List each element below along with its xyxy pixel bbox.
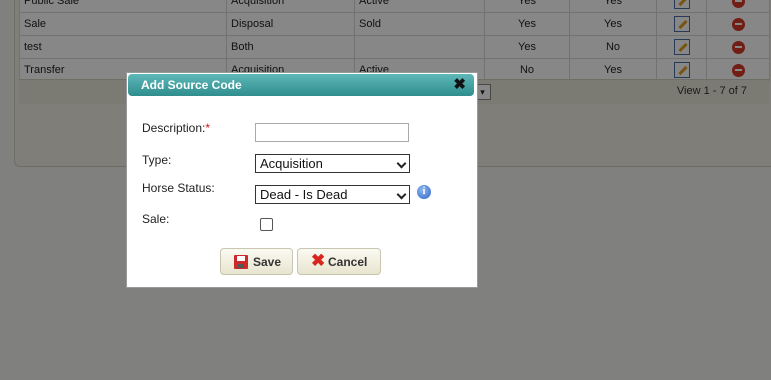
sale-label: Sale: [142,212,170,226]
close-icon[interactable]: ✖ [453,76,466,93]
type-label: Type: [142,153,172,167]
description-label-text: Description: [142,121,206,135]
dialog-titlebar: Add Source Code ✖ [128,74,474,96]
x-icon: ✖ [311,251,326,270]
save-button-label: Save [253,255,282,269]
sale-checkbox[interactable] [260,218,273,231]
type-select[interactable]: Acquisition [255,154,410,173]
info-icon[interactable]: i [417,185,431,199]
required-marker: * [205,121,211,135]
cancel-button[interactable]: ✖ Cancel [297,248,381,275]
add-source-code-dialog: Add Source Code ✖ Description:* Type: Ac… [126,72,478,288]
description-label: Description:* [142,121,210,135]
description-input[interactable] [255,123,409,142]
horse-status-label: Horse Status: [142,181,215,195]
horse-status-select-value: Dead - Is Dead [260,187,348,202]
chevron-down-icon [396,189,407,200]
cancel-button-label: Cancel [328,255,368,269]
type-select-value: Acquisition [260,156,323,171]
floppy-disk-icon [234,255,248,269]
dialog-title: Add Source Code [141,78,242,92]
save-button[interactable]: Save [220,248,293,275]
chevron-down-icon [396,158,407,169]
horse-status-select[interactable]: Dead - Is Dead [255,185,410,204]
